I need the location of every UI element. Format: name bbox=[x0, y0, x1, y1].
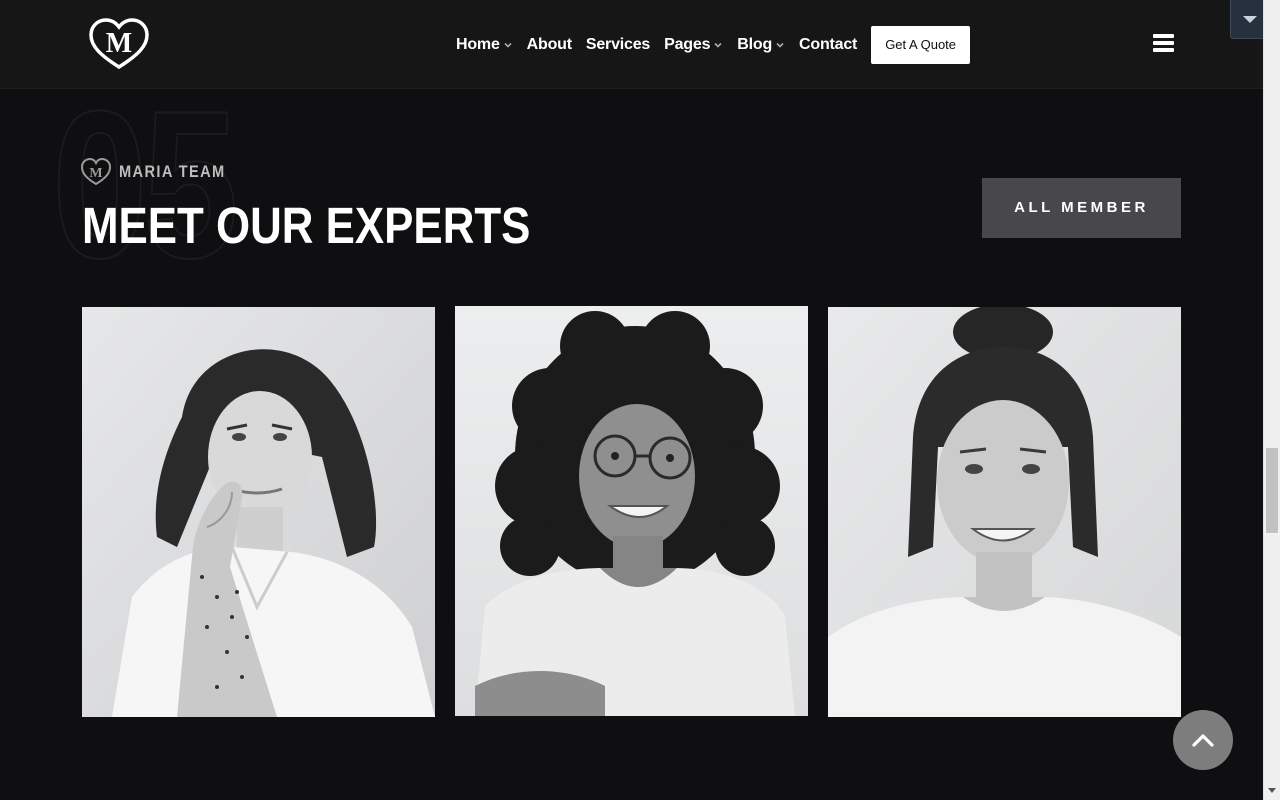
logo-heart-m-icon: M bbox=[89, 18, 149, 70]
nav-item-home[interactable]: Home bbox=[456, 36, 513, 54]
main-nav: Home About Services Pages Blog Contact G… bbox=[456, 26, 971, 64]
hamburger-icon[interactable] bbox=[1153, 34, 1174, 52]
svg-text:M: M bbox=[89, 166, 102, 181]
nav-item-services[interactable]: Services bbox=[586, 36, 650, 54]
nav-item-label: Home bbox=[456, 36, 500, 53]
team-card[interactable] bbox=[828, 307, 1181, 717]
chevron-down-icon bbox=[714, 42, 722, 48]
section-subtitle: M MARIA TEAM bbox=[80, 158, 243, 186]
page-scrollbar[interactable] bbox=[1263, 0, 1280, 800]
section-subtitle-text: MARIA TEAM bbox=[119, 162, 226, 181]
chevron-down-icon bbox=[504, 42, 512, 48]
team-card[interactable] bbox=[455, 306, 808, 716]
nav-item-contact[interactable]: Contact bbox=[799, 36, 857, 54]
chevron-up-icon bbox=[1192, 734, 1214, 747]
svg-text:M: M bbox=[106, 28, 132, 59]
scroll-to-top-button[interactable] bbox=[1173, 710, 1233, 770]
triangle-down-icon bbox=[1243, 16, 1257, 23]
nav-item-about[interactable]: About bbox=[527, 36, 572, 54]
nav-item-blog[interactable]: Blog bbox=[737, 36, 785, 54]
scroll-down-arrow-icon[interactable] bbox=[1268, 788, 1276, 793]
team-card[interactable] bbox=[82, 307, 435, 717]
nav-item-label: About bbox=[526, 36, 572, 53]
nav-item-label: Services bbox=[585, 36, 651, 53]
nav-item-pages[interactable]: Pages bbox=[664, 36, 723, 54]
get-quote-button[interactable]: Get A Quote bbox=[871, 26, 971, 64]
scrollbar-thumb[interactable] bbox=[1266, 448, 1278, 533]
chevron-down-icon bbox=[776, 42, 784, 48]
logo-heart-m-icon: M bbox=[80, 158, 112, 186]
team-member-3-photo bbox=[828, 307, 1181, 717]
team-member-2-photo bbox=[455, 306, 808, 716]
section-title: MEET OUR EXPERTS bbox=[82, 197, 531, 254]
all-member-button[interactable]: ALL MEMBER bbox=[982, 178, 1181, 238]
nav-item-label: Pages bbox=[664, 36, 711, 53]
nav-item-label: Blog bbox=[737, 36, 773, 53]
team-member-1-photo bbox=[82, 307, 435, 717]
nav-item-label: Contact bbox=[799, 36, 858, 53]
site-logo[interactable]: M bbox=[88, 18, 150, 70]
